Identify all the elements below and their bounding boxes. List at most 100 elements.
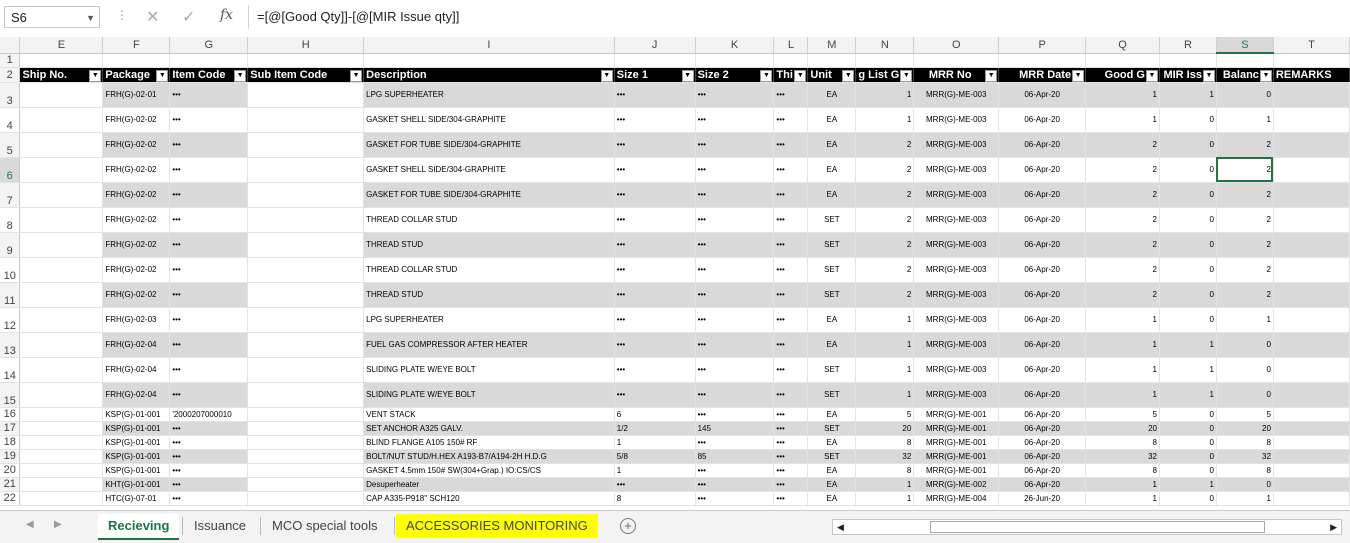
cell-s1[interactable]: ••• (614, 282, 696, 308)
cell-unit[interactable]: SET (807, 257, 857, 283)
cell-s1[interactable]: ••• (614, 307, 696, 333)
cell-good[interactable]: 5 (1085, 407, 1160, 422)
cell-sub[interactable] (247, 257, 365, 283)
cell-s2[interactable]: ••• (695, 132, 775, 158)
grid-cell[interactable] (614, 53, 696, 68)
column-header-n[interactable]: N (855, 37, 915, 54)
cell-s2[interactable]: ••• (695, 232, 775, 258)
cell-pl[interactable]: 1 (855, 382, 915, 408)
cell-item[interactable]: ••• (169, 307, 249, 333)
cell-item[interactable]: ••• (169, 477, 249, 492)
cell-bal[interactable]: 2 (1216, 257, 1274, 283)
cell-sub[interactable] (247, 107, 365, 133)
name-box[interactable]: S6 ▼ (4, 6, 100, 28)
cell-pkg[interactable]: FRH(G)-02-02 (102, 132, 171, 158)
cell-th[interactable]: ••• (773, 407, 809, 422)
chevron-down-icon[interactable]: ▼ (86, 7, 95, 29)
cell-sub[interactable] (247, 463, 365, 478)
row-header[interactable]: 8 (0, 207, 21, 233)
cell-sub[interactable] (247, 407, 365, 422)
cell-desc[interactable]: THREAD STUD (363, 282, 615, 308)
cell-mrr[interactable]: MRR(G)-ME-003 (913, 157, 1000, 183)
cell-bal[interactable]: 1 (1216, 307, 1274, 333)
cell-s1[interactable]: ••• (614, 82, 696, 108)
cell-th[interactable]: ••• (773, 132, 809, 158)
cell-item[interactable]: ••• (169, 157, 249, 183)
cell-date[interactable]: 06-Apr-20 (998, 207, 1087, 233)
cell-bal[interactable]: 2 (1216, 182, 1274, 208)
cell-rem[interactable] (1273, 82, 1350, 108)
cell-s2[interactable]: ••• (695, 182, 775, 208)
table-header-cell[interactable]: Ship No. ▼ (19, 67, 104, 83)
cell-unit[interactable]: EA (807, 107, 857, 133)
cell-s1[interactable]: 8 (614, 491, 696, 506)
filter-dropdown-icon[interactable]: ▼ (985, 69, 998, 81)
row-header[interactable]: 22 (0, 491, 21, 506)
column-header-f[interactable]: F (102, 37, 171, 54)
cell-bal[interactable]: 8 (1216, 463, 1274, 478)
cell-desc[interactable]: VENT STACK (363, 407, 615, 422)
row-header[interactable]: 11 (0, 282, 21, 308)
cell-good[interactable]: 2 (1085, 182, 1160, 208)
cell-mir[interactable]: 0 (1159, 257, 1217, 283)
cell-pl[interactable]: 8 (855, 435, 915, 450)
cell-pl[interactable]: 1 (855, 477, 915, 492)
cell-item[interactable]: ••• (169, 282, 249, 308)
cell-good[interactable]: 2 (1085, 282, 1160, 308)
cell-item[interactable]: ••• (169, 107, 249, 133)
cell-th[interactable]: ••• (773, 477, 809, 492)
cell-item[interactable]: ••• (169, 491, 249, 506)
cell-sub[interactable] (247, 82, 365, 108)
grid-cell[interactable] (1085, 53, 1160, 68)
filter-dropdown-icon[interactable]: ▼ (794, 69, 807, 81)
row-header[interactable]: 13 (0, 332, 21, 358)
column-header-j[interactable]: J (614, 37, 696, 54)
cell-s2[interactable]: ••• (695, 382, 775, 408)
cell-bal[interactable]: 2 (1216, 282, 1274, 308)
cell-item[interactable]: ••• (169, 232, 249, 258)
cell-pkg[interactable]: FRH(G)-02-02 (102, 182, 171, 208)
cell-date[interactable]: 26-Jun-20 (998, 491, 1087, 506)
cell-unit[interactable]: EA (807, 435, 857, 450)
filter-dropdown-icon[interactable]: ▼ (600, 69, 613, 81)
cell-item[interactable]: '2000207000010 (169, 407, 249, 422)
cell-th[interactable]: ••• (773, 382, 809, 408)
cell-bal[interactable]: 0 (1216, 477, 1274, 492)
cell-good[interactable]: 2 (1085, 132, 1160, 158)
cell-s2[interactable]: ••• (695, 107, 775, 133)
grid-cell[interactable] (19, 53, 104, 68)
cell-date[interactable]: 06-Apr-20 (998, 257, 1087, 283)
cell-date[interactable]: 06-Apr-20 (998, 357, 1087, 383)
cell-desc[interactable]: GASKET 4.5mm 150# SW(304+Grap.) IO:CS/CS (363, 463, 615, 478)
grid-cell[interactable] (1159, 53, 1217, 68)
cell-unit[interactable]: EA (807, 491, 857, 506)
cell-pl[interactable]: 2 (855, 257, 915, 283)
cell-s1[interactable]: ••• (614, 357, 696, 383)
cell-pl[interactable]: 1 (855, 491, 915, 506)
cell-rem[interactable] (1273, 435, 1350, 450)
cell-sub[interactable] (247, 421, 365, 436)
cell-sub[interactable] (247, 357, 365, 383)
cell-mrr[interactable]: MRR(G)-ME-003 (913, 207, 1000, 233)
cell-sub[interactable] (247, 132, 365, 158)
scrollbar-thumb[interactable] (930, 521, 1265, 533)
cell-bal[interactable]: 0 (1216, 357, 1274, 383)
cell-mrr[interactable]: MRR(G)-ME-001 (913, 407, 1000, 422)
cell-s2[interactable]: 145 (695, 421, 775, 436)
grid-cell[interactable] (855, 53, 915, 68)
cell-good[interactable]: 8 (1085, 435, 1160, 450)
cell-mir[interactable]: 1 (1159, 382, 1217, 408)
cell-date[interactable]: 06-Apr-20 (998, 282, 1087, 308)
cell-s1[interactable]: ••• (614, 182, 696, 208)
insert-function-icon[interactable]: fx (220, 7, 233, 23)
cell-s2[interactable]: ••• (695, 282, 775, 308)
cell-ship[interactable] (19, 157, 104, 183)
row-header[interactable]: 1 (0, 53, 21, 68)
cell-s2[interactable]: ••• (695, 491, 775, 506)
cell-ship[interactable] (19, 435, 104, 450)
cell-mrr[interactable]: MRR(G)-ME-002 (913, 477, 1000, 492)
cell-unit[interactable]: EA (807, 407, 857, 422)
cell-date[interactable]: 06-Apr-20 (998, 463, 1087, 478)
cell-rem[interactable] (1273, 107, 1350, 133)
cell-pl[interactable]: 2 (855, 282, 915, 308)
